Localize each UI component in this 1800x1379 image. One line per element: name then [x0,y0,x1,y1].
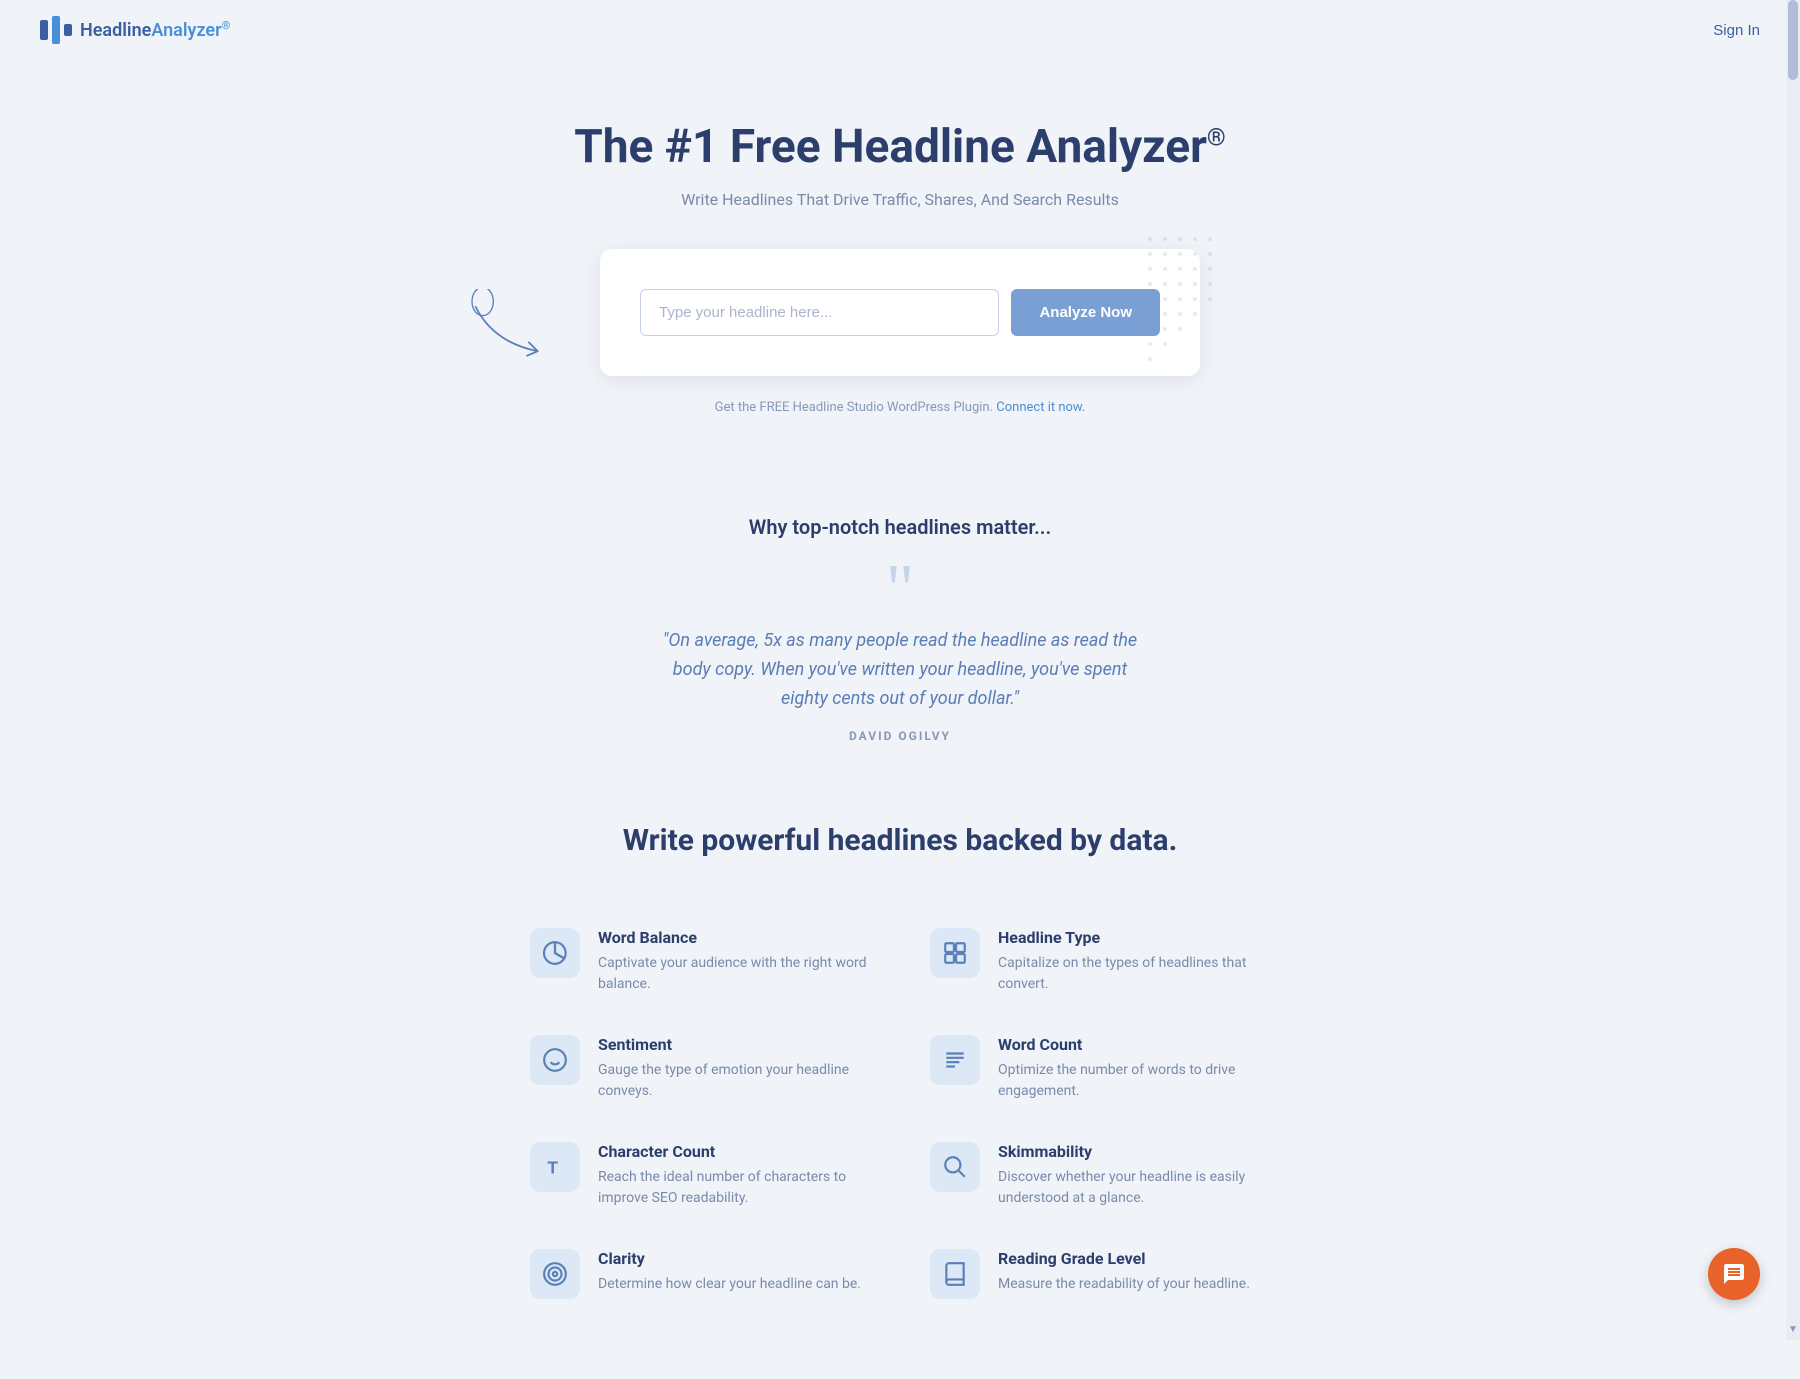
feature-desc-reading-grade: Measure the readability of your headline… [998,1274,1250,1295]
feature-content-word-count: Word Count Optimize the number of words … [998,1035,1270,1102]
quote-author: DAVID OGILVY [20,729,1780,743]
why-title: Why top-notch headlines matter... [20,515,1780,539]
feature-content-reading-grade: Reading Grade Level Measure the readabil… [998,1249,1250,1295]
feature-content-word-balance: Word Balance Captivate your audience wit… [598,928,870,995]
feature-desc-character-count: Reach the ideal number of characters to … [598,1167,870,1209]
hero-title: The #1 Free Headline Analyzer® [20,120,1780,174]
feature-icon-clarity [530,1249,580,1299]
feature-icon-word-count [930,1035,980,1085]
feature-content-clarity: Clarity Determine how clear your headlin… [598,1249,861,1295]
scrollbar-thumb[interactable] [1788,0,1798,80]
feature-item-word-count: Word Count Optimize the number of words … [900,1015,1300,1122]
sign-in-button[interactable]: Sign In [1713,22,1760,39]
wp-notice-link[interactable]: Connect it now. [996,400,1085,415]
feature-icon-character-count: T [530,1142,580,1192]
hero-section: The #1 Free Headline Analyzer® Write Hea… [0,60,1800,445]
quote-marks: " [20,569,1780,611]
feature-title-sentiment: Sentiment [598,1035,870,1054]
chat-icon [1722,1262,1746,1286]
feature-item-character-count: T Character Count Reach the ideal number… [500,1122,900,1229]
chat-button[interactable] [1708,1248,1760,1300]
analyzer-form: Analyze Now [640,289,1160,336]
quote-text: "On average, 5x as many people read the … [650,627,1150,713]
logo: HeadlineAnalyzer® [40,16,230,44]
wp-notice: Get the FREE Headline Studio WordPress P… [20,400,1780,415]
deco-arrow [460,289,580,369]
logo-text: HeadlineAnalyzer® [80,19,230,41]
feature-item-clarity: Clarity Determine how clear your headlin… [500,1229,900,1319]
features-title: Write powerful headlines backed by data. [20,823,1780,858]
analyze-button[interactable]: Analyze Now [1011,289,1160,336]
feature-title-character-count: Character Count [598,1142,870,1161]
feature-title-word-balance: Word Balance [598,928,870,947]
feature-title-clarity: Clarity [598,1249,861,1268]
analyzer-box: Analyze Now [600,249,1200,376]
feature-icon-reading-grade [930,1249,980,1299]
feature-title-word-count: Word Count [998,1035,1270,1054]
feature-icon-headline-type [930,928,980,978]
feature-desc-sentiment: Gauge the type of emotion your headline … [598,1060,870,1102]
scrollbar-track: ▼ [1786,0,1800,1340]
headline-input[interactable] [640,289,999,336]
feature-content-character-count: Character Count Reach the ideal number o… [598,1142,870,1209]
scroll-down-arrow[interactable]: ▼ [1788,1322,1798,1336]
feature-title-reading-grade: Reading Grade Level [998,1249,1250,1268]
feature-title-skimmability: Skimmability [998,1142,1270,1161]
deco-dots [1140,229,1260,369]
feature-desc-word-count: Optimize the number of words to drive en… [998,1060,1270,1102]
svg-text:T: T [547,1158,558,1178]
logo-icon [40,16,72,44]
feature-item-skimmability: Skimmability Discover whether your headl… [900,1122,1300,1229]
feature-desc-skimmability: Discover whether your headline is easily… [998,1167,1270,1209]
features-grid: Word Balance Captivate your audience wit… [500,908,1300,1319]
why-section: Why top-notch headlines matter... " "On … [0,445,1800,783]
feature-content-headline-type: Headline Type Capitalize on the types of… [998,928,1270,995]
feature-content-sentiment: Sentiment Gauge the type of emotion your… [598,1035,870,1102]
feature-content-skimmability: Skimmability Discover whether your headl… [998,1142,1270,1209]
hero-subtitle: Write Headlines That Drive Traffic, Shar… [20,190,1780,209]
feature-item-headline-type: Headline Type Capitalize on the types of… [900,908,1300,1015]
feature-icon-sentiment [530,1035,580,1085]
feature-item-sentiment: Sentiment Gauge the type of emotion your… [500,1015,900,1122]
feature-icon-word-balance [530,928,580,978]
feature-title-headline-type: Headline Type [998,928,1270,947]
feature-item-word-balance: Word Balance Captivate your audience wit… [500,908,900,1015]
feature-desc-headline-type: Capitalize on the types of headlines tha… [998,953,1270,995]
header: HeadlineAnalyzer® Sign In [0,0,1800,60]
feature-item-reading-grade: Reading Grade Level Measure the readabil… [900,1229,1300,1319]
feature-desc-word-balance: Captivate your audience with the right w… [598,953,870,995]
feature-desc-clarity: Determine how clear your headline can be… [598,1274,861,1295]
features-section: Write powerful headlines backed by data.… [0,783,1800,1379]
feature-icon-skimmability [930,1142,980,1192]
